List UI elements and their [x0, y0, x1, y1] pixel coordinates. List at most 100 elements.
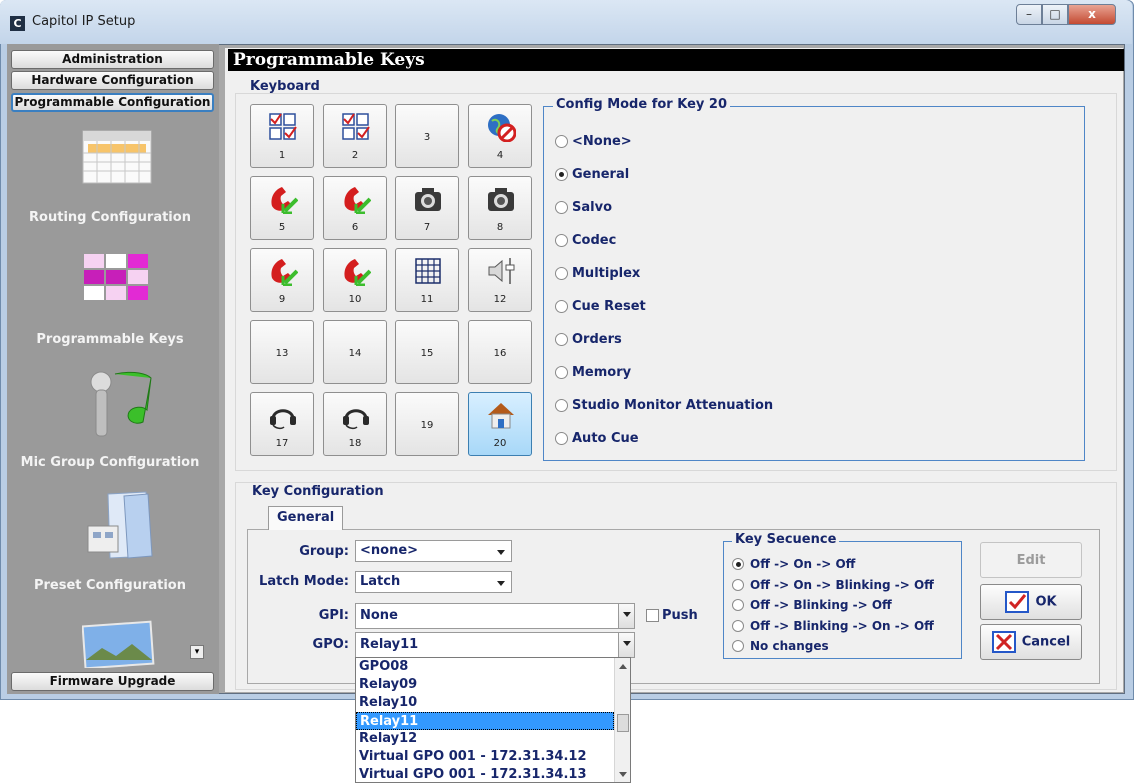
microphone-music-icon[interactable] — [85, 368, 157, 440]
key-button-6[interactable]: 6 — [323, 176, 387, 240]
config-mode-option-label[interactable]: Multiplex — [572, 266, 640, 281]
key-button-1[interactable]: 1 — [250, 104, 314, 168]
latch-mode-select[interactable]: Latch — [355, 571, 512, 593]
config-mode-option-label[interactable]: Auto Cue — [572, 431, 639, 446]
key-sequence-radio[interactable] — [732, 620, 744, 632]
gpi-select[interactable]: None — [355, 603, 635, 629]
key-button-11[interactable]: 11 — [395, 248, 459, 312]
title-bar[interactable]: C Capitol IP Setup – □ x — [0, 0, 1132, 44]
key-button-14[interactable]: 14 — [323, 320, 387, 384]
key-button-3[interactable]: 3 — [395, 104, 459, 168]
key-button-8[interactable]: 8 — [468, 176, 532, 240]
maximize-button[interactable]: □ — [1042, 4, 1068, 25]
sidebar-tab-hardware-configuration[interactable]: Hardware Configuration — [11, 71, 214, 90]
gpo-select[interactable]: Relay11 — [355, 632, 635, 658]
config-mode-radio[interactable] — [555, 432, 568, 445]
config-mode-option-label[interactable]: Codec — [572, 233, 616, 248]
key-sequence-option-label[interactable]: Off -> On -> Off — [750, 557, 855, 571]
minimize-button[interactable]: – — [1016, 4, 1042, 25]
key-sequence-radio[interactable] — [732, 579, 744, 591]
chevron-down-icon — [497, 581, 505, 586]
key-button-7[interactable]: 7 — [395, 176, 459, 240]
gpo-dropdown-item[interactable]: GPO08 — [356, 658, 614, 676]
group-select[interactable]: <none> — [355, 540, 512, 562]
scroll-up-icon[interactable] — [619, 664, 627, 669]
firmware-photo-icon[interactable] — [82, 620, 156, 668]
config-mode-option-label[interactable]: Studio Monitor Attenuation — [572, 398, 773, 413]
sidebar-tab-administration[interactable]: Administration — [11, 50, 214, 69]
gpi-value: None — [360, 608, 398, 623]
config-mode-radio[interactable] — [555, 234, 568, 247]
scroll-down-icon[interactable] — [619, 772, 627, 777]
sidebar-preset-configuration[interactable]: Preset Configuration — [20, 578, 200, 593]
config-mode-radio[interactable] — [555, 333, 568, 346]
tab-general[interactable]: General — [268, 506, 344, 530]
dropdown-arrow-icon[interactable] — [618, 604, 634, 628]
gpo-dropdown-item[interactable]: Relay09 — [356, 676, 614, 694]
sidebar-programmable-keys[interactable]: Programmable Keys — [20, 332, 200, 347]
config-mode-radio[interactable] — [555, 168, 568, 181]
config-mode-radio[interactable] — [555, 366, 568, 379]
config-mode-radio[interactable] — [555, 300, 568, 313]
config-mode-option-label[interactable]: <None> — [572, 134, 632, 149]
calendar-grid-icon[interactable] — [80, 128, 154, 186]
config-mode-radio[interactable] — [555, 399, 568, 412]
sidebar-routing-configuration[interactable]: Routing Configuration — [20, 210, 200, 225]
key-button-10[interactable]: 10 — [323, 248, 387, 312]
key-button-12[interactable]: 12 — [468, 248, 532, 312]
sidebar-tab-firmware-upgrade[interactable]: Firmware Upgrade — [11, 672, 214, 691]
push-checkbox[interactable] — [646, 609, 659, 622]
close-button[interactable]: x — [1068, 4, 1116, 25]
document-folder-icon[interactable] — [84, 490, 156, 560]
group-label: Group: — [299, 544, 349, 559]
key-button-19[interactable]: 19 — [395, 392, 459, 456]
config-mode-option-label[interactable]: Orders — [572, 332, 622, 347]
gpo-dropdown-item[interactable]: Virtual GPO 001 - 172.31.34.12 — [356, 748, 614, 766]
sidebar-tab-programmable-configuration[interactable]: Programmable Configuration — [11, 93, 214, 112]
key-button-4[interactable]: 4 — [468, 104, 532, 168]
gpo-dropdown-item[interactable]: Relay11 — [356, 712, 614, 730]
key-number: 20 — [493, 438, 507, 449]
config-mode-radio[interactable] — [555, 201, 568, 214]
key-sequence-option-label[interactable]: No changes — [750, 639, 829, 653]
config-mode-radio[interactable] — [555, 135, 568, 148]
key-sequence-option-label[interactable]: Off -> Blinking -> Off — [750, 598, 892, 612]
sidebar-scroll-down-button[interactable]: ▾ — [190, 645, 204, 659]
scrollbar-thumb[interactable] — [617, 714, 629, 732]
gpo-dropdown-item[interactable]: Relay10 — [356, 694, 614, 712]
config-mode-option-label[interactable]: General — [572, 167, 629, 182]
key-sequence-radio[interactable] — [732, 599, 744, 611]
key-button-17[interactable]: 17 — [250, 392, 314, 456]
key-sequence-radio[interactable] — [732, 558, 744, 570]
config-mode-option-label[interactable]: Cue Reset — [572, 299, 646, 314]
keyboard-group-title: Keyboard — [250, 79, 320, 94]
gpo-dropdown-item[interactable]: Virtual GPO 001 - 172.31.34.13 — [356, 766, 614, 783]
push-label: Push — [662, 608, 698, 623]
key-sequence-radio[interactable] — [732, 640, 744, 652]
key-button-13[interactable]: 13 — [250, 320, 314, 384]
key-sequence-option-label[interactable]: Off -> Blinking -> On -> Off — [750, 619, 934, 633]
edit-button[interactable]: Edit — [980, 542, 1082, 578]
pink-grid-icon[interactable] — [82, 252, 152, 304]
edit-button-label: Edit — [1016, 552, 1046, 568]
ok-button[interactable]: OK — [980, 584, 1082, 620]
config-mode-radio[interactable] — [555, 267, 568, 280]
key-button-9[interactable]: 9 — [250, 248, 314, 312]
key-sequence-option-label[interactable]: Off -> On -> Blinking -> Off — [750, 578, 934, 592]
dropdown-arrow-icon[interactable] — [618, 633, 634, 657]
key-button-15[interactable]: 15 — [395, 320, 459, 384]
key-button-20[interactable]: 20 — [468, 392, 532, 456]
config-mode-option-label[interactable]: Memory — [572, 365, 631, 380]
sidebar-mic-group-configuration[interactable]: Mic Group Configuration — [20, 455, 200, 470]
gpo-dropdown-item[interactable]: Relay12 — [356, 730, 614, 748]
key-button-18[interactable]: 18 — [323, 392, 387, 456]
key-number: 4 — [496, 150, 504, 161]
key-number: 5 — [278, 222, 286, 233]
key-number: 13 — [275, 348, 289, 359]
key-button-2[interactable]: 2 — [323, 104, 387, 168]
dropdown-scrollbar[interactable] — [614, 658, 630, 782]
key-button-5[interactable]: 5 — [250, 176, 314, 240]
cancel-button[interactable]: Cancel — [980, 624, 1082, 660]
config-mode-option-label[interactable]: Salvo — [572, 200, 612, 215]
key-button-16[interactable]: 16 — [468, 320, 532, 384]
